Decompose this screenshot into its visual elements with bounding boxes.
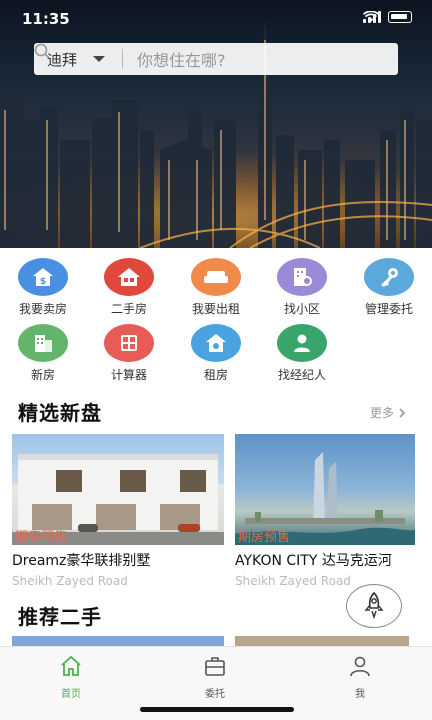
rocket-fab-button[interactable] xyxy=(346,584,402,628)
battery-icon xyxy=(388,11,412,23)
user-icon xyxy=(350,656,370,677)
featured-more-link[interactable]: 更多 xyxy=(370,404,406,421)
briefcase-icon xyxy=(205,657,225,676)
status-bar: 11:35 xyxy=(0,0,432,36)
quick-item-find-community[interactable]: 找小区 xyxy=(267,258,337,317)
key-icon xyxy=(364,258,414,296)
search-bar: 迪拜 你想住在哪? xyxy=(34,43,398,75)
quick-item-secondhand[interactable]: 二手房 xyxy=(94,258,164,317)
quick-item-rent-out[interactable]: 我要出租 xyxy=(181,258,251,317)
home-icon xyxy=(61,655,81,676)
tab-home[interactable]: 首页 xyxy=(31,655,111,700)
tab-label: 委托 xyxy=(205,689,225,700)
status-time: 11:35 xyxy=(22,10,70,28)
quick-item-new-home[interactable]: 新房 xyxy=(8,324,78,383)
calculator-icon xyxy=(104,324,154,362)
tab-entrust[interactable]: 委托 xyxy=(175,655,255,700)
property-name: Dreamz豪华联排别墅 xyxy=(12,553,151,569)
svg-text:$: $ xyxy=(40,277,46,287)
search-icon xyxy=(34,43,50,59)
quick-item-label: 二手房 xyxy=(110,302,147,316)
featured-card[interactable]: 期房预售 Dreamz豪华联排别墅 Sheikh Zayed Road xyxy=(12,434,224,588)
quick-item-label: 管理委托 xyxy=(364,302,413,316)
quick-item-manage-entrust[interactable]: 管理委托 xyxy=(354,258,424,317)
search-input[interactable]: 你想住在哪? xyxy=(34,43,226,71)
tab-label: 我 xyxy=(355,689,365,700)
skyline-illustration xyxy=(0,18,432,248)
presale-tag: 期房预售 xyxy=(15,530,68,545)
recommend-title: 推荐二手 xyxy=(18,605,102,629)
status-icons xyxy=(363,11,412,23)
tab-label: 首页 xyxy=(61,689,81,700)
quick-item-label: 找经纪人 xyxy=(277,368,326,382)
quick-item-label: 找小区 xyxy=(283,302,320,316)
quick-item-rent[interactable]: 租房 xyxy=(181,324,251,383)
new-building-icon xyxy=(18,324,68,362)
wifi-icon xyxy=(363,11,379,22)
presale-tag: 期房预售 xyxy=(238,530,291,545)
city-label: 迪拜 xyxy=(47,50,78,69)
property-road: Sheikh Zayed Road xyxy=(12,574,128,588)
quick-item-calculator[interactable]: 计算器 xyxy=(94,324,164,383)
caret-down-icon xyxy=(93,56,106,62)
agent-icon xyxy=(277,324,327,362)
quick-item-label: 我要出租 xyxy=(191,302,240,316)
app-screen: 11:35 迪拜 你想住在哪? $ 我要卖房 二手房 我要出租 找小区 管理委托… xyxy=(0,0,432,720)
house-dollar-icon: $ xyxy=(18,258,68,296)
rocket-icon xyxy=(364,591,384,620)
search-placeholder: 你想住在哪? xyxy=(137,51,226,70)
property-photo: 期房预售 xyxy=(12,434,224,545)
chevron-right-icon xyxy=(399,407,406,418)
property-photo: 期房预售 xyxy=(235,434,415,545)
hero-banner[interactable]: 11:35 迪拜 你想住在哪? xyxy=(0,0,432,248)
rent-house-icon xyxy=(191,324,241,362)
building-search-icon xyxy=(277,258,327,296)
sofa-icon xyxy=(191,258,241,296)
property-road: Sheikh Zayed Road xyxy=(235,574,351,588)
more-label: 更多 xyxy=(369,406,394,420)
quick-item-label: 新房 xyxy=(30,368,55,382)
quick-item-label: 计算器 xyxy=(110,368,147,382)
featured-card[interactable]: 期房预售 AYKON CITY 达马克运河 Sheikh Zayed Road xyxy=(235,434,415,588)
quick-item-find-agent[interactable]: 找经纪人 xyxy=(267,324,337,383)
home-indicator xyxy=(140,707,294,712)
house-group-icon xyxy=(104,258,154,296)
featured-title: 精选新盘 xyxy=(18,401,102,425)
tab-me[interactable]: 我 xyxy=(320,655,400,700)
property-name: AYKON CITY 达马克运河 xyxy=(235,553,392,569)
quick-item-label: 租房 xyxy=(203,368,228,382)
quick-item-sell[interactable]: $ 我要卖房 xyxy=(8,258,78,317)
quick-item-label: 我要卖房 xyxy=(18,302,67,316)
